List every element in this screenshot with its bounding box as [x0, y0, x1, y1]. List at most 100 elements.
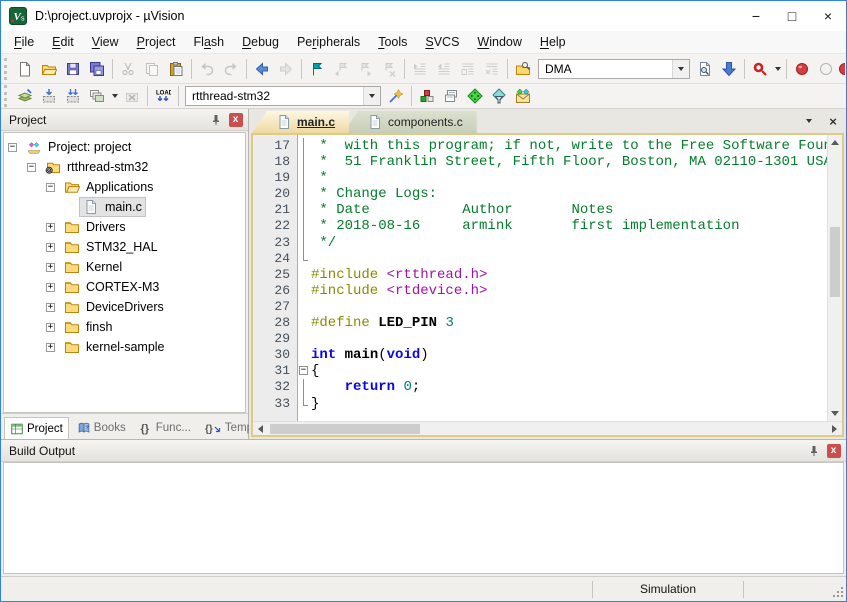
insert-bookmark-button[interactable]: [305, 57, 329, 81]
download-button[interactable]: LOAD: [151, 85, 175, 107]
scroll-down-arrow[interactable]: [828, 406, 842, 421]
tree-node[interactable]: rtthread-stm32: [41, 157, 152, 177]
open-file-button[interactable]: [37, 57, 61, 81]
find-in-files-button[interactable]: [511, 57, 535, 81]
rebuild-button[interactable]: [61, 85, 85, 107]
target-combo-dropdown-button[interactable]: [363, 87, 380, 105]
find-button[interactable]: [748, 57, 772, 81]
indent-icon: [412, 61, 428, 77]
panel-tab-func[interactable]: {}Func...: [134, 417, 197, 439]
multi-project-workspace-button[interactable]: [439, 85, 463, 107]
fold-margin: [297, 235, 311, 251]
options-for-target-button[interactable]: [384, 85, 408, 107]
tree-node[interactable]: finsh: [60, 317, 116, 337]
redo-button: [219, 57, 243, 81]
expand-expander[interactable]: +: [46, 243, 55, 252]
code-view[interactable]: 17 * with this program; if not, write to…: [253, 135, 827, 421]
disable-all-breakpoints-button[interactable]: [838, 57, 845, 81]
enable-disable-breakpoint-button[interactable]: [814, 57, 838, 81]
menu-debug[interactable]: Debug: [233, 33, 288, 51]
new-file-button[interactable]: [13, 57, 37, 81]
paste-button[interactable]: [164, 57, 188, 81]
editor-tab-main-c[interactable]: main.c: [252, 111, 349, 133]
tree-node[interactable]: Kernel: [60, 257, 126, 277]
tree-node[interactable]: DeviceDrivers: [60, 297, 168, 317]
find-in-files-dialog-button[interactable]: [693, 57, 717, 81]
tree-node[interactable]: kernel-sample: [60, 337, 169, 357]
insert-remove-breakpoint-button[interactable]: [790, 57, 814, 81]
collapse-expander[interactable]: −: [46, 183, 55, 192]
collapse-expander[interactable]: −: [8, 143, 17, 152]
panel-tab-books[interactable]: ?Books: [71, 417, 132, 439]
scroll-left-arrow[interactable]: [253, 422, 268, 435]
search-combo-dropdown-button[interactable]: [672, 60, 689, 78]
expand-expander[interactable]: +: [46, 263, 55, 272]
find-options-button[interactable]: [772, 57, 783, 81]
editor-tabbar-controls: ×: [802, 113, 846, 129]
menu-view[interactable]: View: [83, 33, 128, 51]
manage-project-items-button[interactable]: [415, 85, 439, 107]
scroll-right-arrow[interactable]: [827, 422, 842, 435]
horizontal-scroll-track[interactable]: [268, 422, 827, 435]
maximize-button[interactable]: □: [774, 1, 810, 31]
tree-node[interactable]: main.c: [79, 197, 146, 217]
search-combo[interactable]: DMA: [538, 59, 690, 79]
pin-icon[interactable]: [207, 112, 224, 128]
vertical-scroll-thumb[interactable]: [830, 227, 840, 297]
editor-close-button[interactable]: ×: [826, 113, 840, 129]
menu-svcs[interactable]: SVCS: [416, 33, 468, 51]
tree-node[interactable]: CORTEX-M3: [60, 277, 163, 297]
menu-help[interactable]: Help: [531, 33, 575, 51]
resize-grip[interactable]: [830, 577, 846, 601]
pin-icon[interactable]: [805, 443, 822, 459]
save-button[interactable]: [61, 57, 85, 81]
editor-tab-components-c[interactable]: components.c: [343, 111, 477, 133]
fold-toggle[interactable]: −: [299, 366, 308, 375]
translate-button[interactable]: [13, 85, 37, 107]
target-combo[interactable]: rtthread-stm32: [185, 86, 381, 106]
scroll-up-arrow[interactable]: [828, 135, 842, 150]
close-button[interactable]: ×: [810, 1, 846, 31]
menu-peripherals[interactable]: Peripherals: [288, 33, 369, 51]
expand-expander[interactable]: +: [46, 223, 55, 232]
toolbar-grip[interactable]: [4, 58, 11, 80]
code-text: }: [311, 396, 319, 412]
manage-rte-button[interactable]: [463, 85, 487, 107]
menu-edit[interactable]: Edit: [43, 33, 83, 51]
panel-tab-project[interactable]: Project: [4, 417, 69, 439]
select-software-packs-button[interactable]: [487, 85, 511, 107]
build-output-close-button[interactable]: x: [825, 443, 842, 459]
tree-node[interactable]: Project: project: [22, 137, 135, 157]
batch-build-button[interactable]: [85, 85, 109, 107]
expand-expander[interactable]: +: [46, 323, 55, 332]
folder-icon: [64, 279, 81, 295]
pack-installer-button[interactable]: [511, 85, 535, 107]
editor-vertical-scrollbar[interactable]: [827, 135, 842, 421]
project-panel-close-button[interactable]: x: [227, 112, 244, 128]
editor-horizontal-scrollbar[interactable]: [253, 421, 842, 435]
horizontal-scroll-thumb[interactable]: [270, 424, 420, 434]
navigate-back-button[interactable]: [250, 57, 274, 81]
minimize-button[interactable]: −: [738, 1, 774, 31]
menu-tools[interactable]: Tools: [369, 33, 416, 51]
toolbar-grip[interactable]: [4, 85, 11, 107]
build-button[interactable]: [37, 85, 61, 107]
menu-flash[interactable]: Flash: [185, 33, 234, 51]
menu-project[interactable]: Project: [128, 33, 185, 51]
expand-expander[interactable]: +: [46, 283, 55, 292]
incremental-find-button[interactable]: [717, 57, 741, 81]
batch-build-options-button[interactable]: [109, 84, 120, 108]
tree-node[interactable]: Applications: [60, 177, 157, 197]
menu-file[interactable]: File: [5, 33, 43, 51]
save-all-button[interactable]: [85, 57, 109, 81]
tree-node[interactable]: STM32_HAL: [60, 237, 162, 257]
project-tree: −Project: project−rtthread-stm32−Applica…: [3, 132, 246, 413]
code-text: {: [311, 363, 319, 379]
menu-window[interactable]: Window: [468, 33, 530, 51]
expand-expander[interactable]: +: [46, 343, 55, 352]
tab-list-dropdown-button[interactable]: [802, 113, 816, 129]
braces-icon: {}: [140, 421, 153, 435]
expand-expander[interactable]: +: [46, 303, 55, 312]
tree-node[interactable]: Drivers: [60, 217, 130, 237]
collapse-expander[interactable]: −: [27, 163, 36, 172]
